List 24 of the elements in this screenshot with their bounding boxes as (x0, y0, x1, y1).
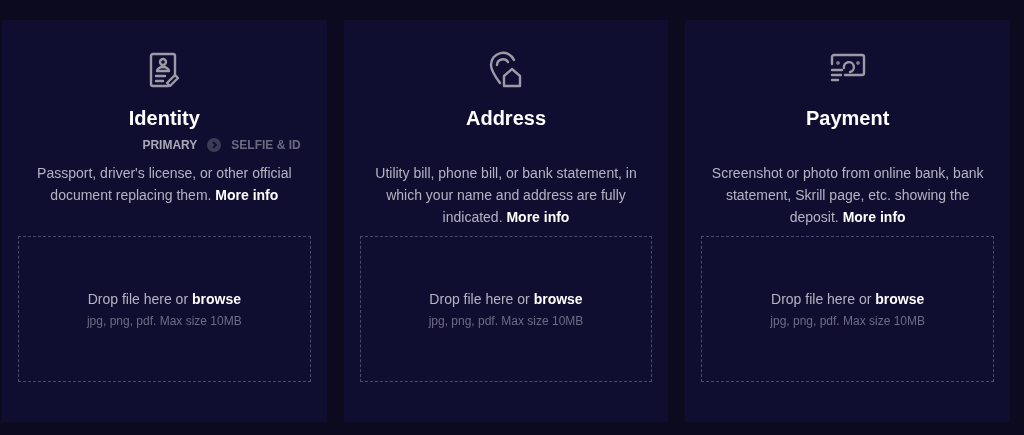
browse-link[interactable]: browse (191, 290, 241, 307)
drop-instruction: Drop file here or browse (429, 289, 583, 309)
file-hint: jpg, png, pdf. Max size 10MB (770, 312, 926, 330)
file-hint: jpg, png, pdf. Max size 10MB (428, 312, 584, 330)
file-hint: jpg, png, pdf. Max size 10MB (86, 312, 242, 330)
step-label: SELFIE & ID (231, 137, 301, 154)
step-label: PRIMARY (142, 137, 198, 154)
card-description: Passport, driver's license, or other official document replacing them. More info (36, 164, 293, 205)
more-info-link[interactable]: More info (842, 209, 906, 225)
card-description: Utility bill, phone bill, or bank statement, in which your name and address are fully indicated. More info (374, 164, 638, 227)
browse-link[interactable]: browse (533, 290, 583, 307)
card-title: Address (466, 106, 546, 131)
drop-instruction: Drop file here or browse (771, 289, 925, 309)
card-title: Payment (806, 106, 890, 131)
card-description: Screenshot or photo from online bank, bank statement, Skrill page, etc. showing the deposit. More info (710, 164, 985, 227)
drop-instruction: Drop file here or browse (87, 289, 241, 309)
file-drop-zone[interactable]: Drop file here or browse jpg, png, pdf. Max size 10MB (359, 236, 653, 382)
more-info-link[interactable]: More info (506, 209, 570, 225)
chevron-icon (207, 138, 222, 152)
file-drop-zone[interactable]: Drop file here or browse jpg, png, pdf. Max size 10MB (18, 236, 311, 382)
browse-link[interactable]: browse (875, 290, 925, 307)
file-drop-zone[interactable]: Drop file here or browse jpg, png, pdf. Max size 10MB (701, 236, 994, 382)
more-info-link[interactable]: More info (215, 187, 279, 203)
card-title: Identity (128, 106, 200, 131)
